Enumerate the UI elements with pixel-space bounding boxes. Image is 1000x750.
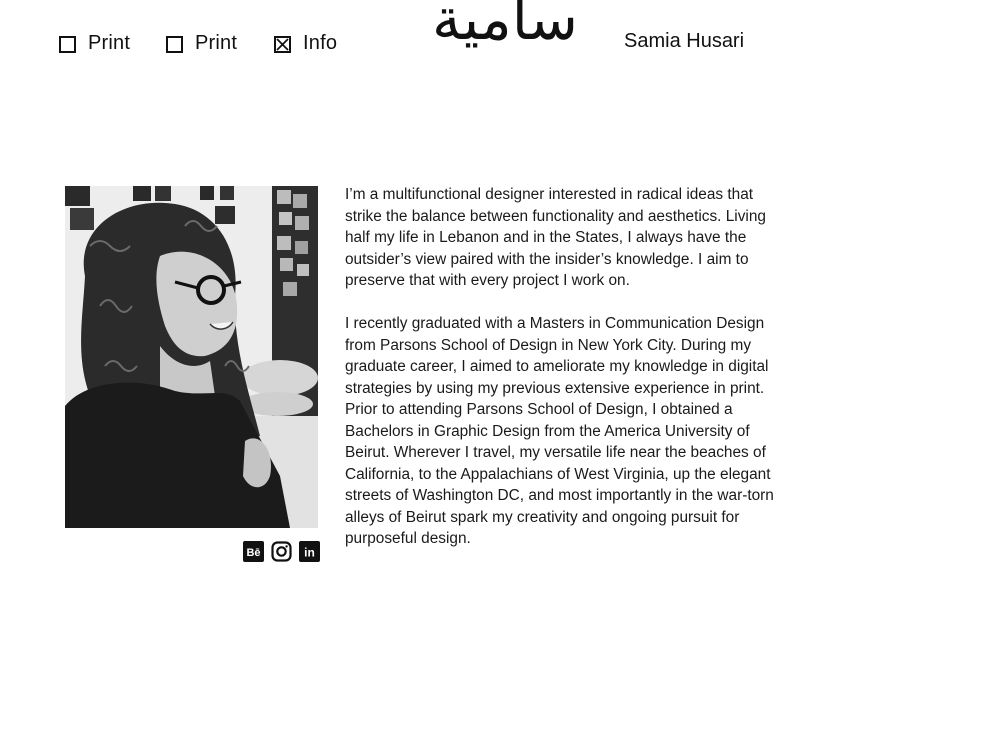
instagram-icon[interactable] <box>271 541 292 562</box>
nav-item-info[interactable]: Info <box>274 30 337 56</box>
behance-icon[interactable]: Bē <box>243 541 264 562</box>
nav-label: Print <box>88 31 131 54</box>
nav-label: Print <box>195 31 238 54</box>
social-links: Bē in <box>243 541 320 562</box>
bio-paragraph: I’m a multifunctional designer intereste… <box>345 186 766 289</box>
checkbox-checked-icon[interactable] <box>274 36 291 53</box>
svg-text:in: in <box>304 546 315 560</box>
nav-item-print-1[interactable]: Print <box>59 30 130 56</box>
checkbox-unchecked-icon[interactable] <box>166 36 183 53</box>
bio-paragraph: I recently graduated with a Masters in C… <box>345 315 774 547</box>
linkedin-icon[interactable]: in <box>299 541 320 562</box>
svg-text:Bē: Bē <box>246 547 260 559</box>
arabic-logo[interactable]: سامية <box>425 0 585 60</box>
nav-label: Info <box>303 31 338 54</box>
portrait-photo <box>65 186 318 528</box>
checkbox-unchecked-icon[interactable] <box>59 36 76 53</box>
portrait-photo-icon <box>65 186 318 528</box>
nav-item-print-2[interactable]: Print <box>166 30 237 56</box>
site-owner-name[interactable]: Samia Husari <box>624 30 744 53</box>
bio-text: I’m a multifunctional designer intereste… <box>345 184 790 571</box>
